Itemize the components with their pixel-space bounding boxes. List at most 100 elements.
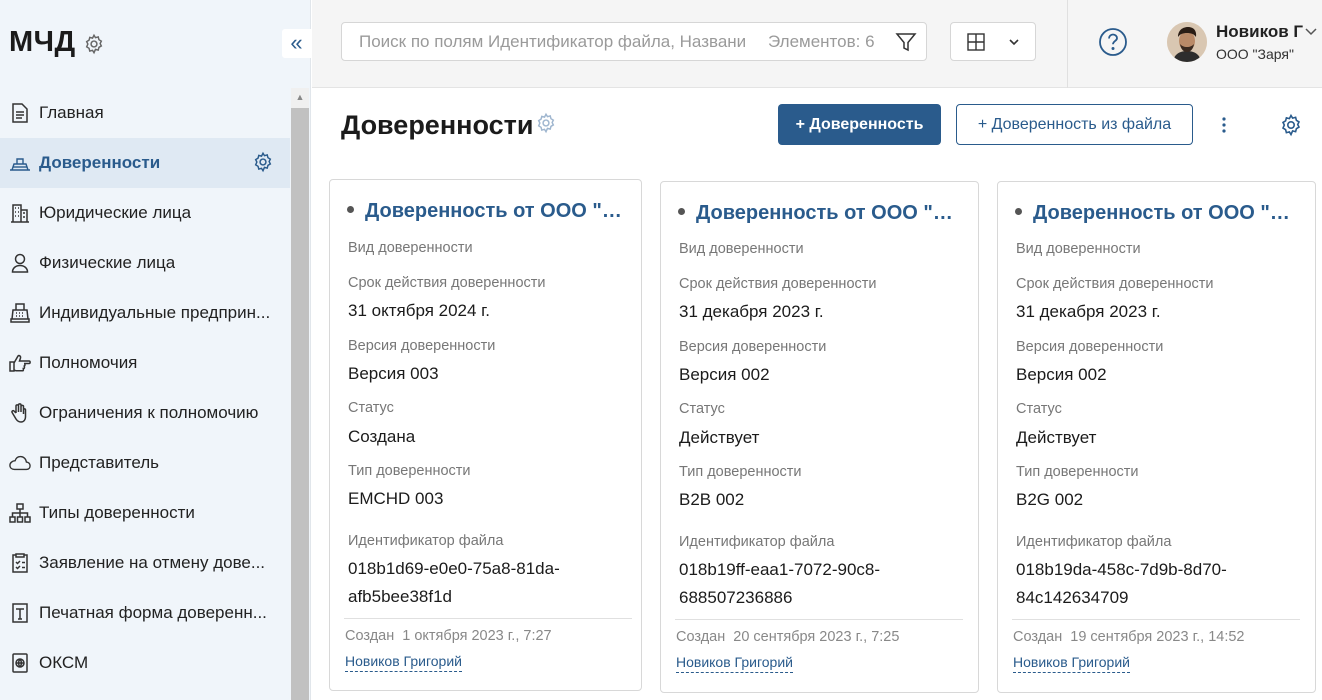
- kind-label: Вид доверенности: [348, 240, 473, 256]
- poa-card[interactable]: Доверенность от ООО "Заря" Вид доверенно…: [660, 181, 979, 693]
- avatar[interactable]: [1167, 22, 1207, 62]
- divider: [1067, 0, 1068, 88]
- card-title[interactable]: Доверенность от ООО "Заря": [696, 202, 963, 224]
- author-link[interactable]: Новиков Григорий: [345, 653, 462, 672]
- sidebar-item-oksm[interactable]: ОКСМ: [0, 638, 290, 688]
- sidebar-item-entrepreneurs[interactable]: Индивидуальные предприн...: [0, 288, 290, 338]
- sidebar-item-poa[interactable]: Доверенности: [0, 138, 290, 188]
- add-poa-button[interactable]: + Доверенность: [778, 104, 941, 145]
- sidebar-item-restrictions[interactable]: Ограничения к полномочию: [0, 388, 290, 438]
- created-date: 20 сентября 2023 г., 7:25: [733, 629, 900, 645]
- version-label: Версия доверенности: [348, 338, 496, 354]
- sidebar-item-label: Физические лица: [39, 253, 176, 272]
- sidebar-item-powers[interactable]: Полномочия: [0, 338, 290, 388]
- gear-icon[interactable]: [252, 151, 274, 173]
- created-info: Создан 20 сентября 2023 г., 7:25: [676, 629, 899, 645]
- validity-label: Срок действия доверенности: [1016, 276, 1214, 292]
- type-label: Тип доверенности: [1016, 464, 1139, 480]
- created-label: Создан: [1013, 629, 1063, 645]
- card-title[interactable]: Доверенность от ООО "Заря": [1033, 202, 1300, 224]
- user-name[interactable]: Новиков Г: [1216, 22, 1303, 42]
- gear-icon[interactable]: [83, 33, 105, 55]
- created-label: Создан: [676, 629, 726, 645]
- status-label: Статус: [679, 401, 725, 417]
- version-value: Версия 002: [679, 365, 770, 384]
- sidebar-item-home[interactable]: Главная: [0, 88, 290, 138]
- sidebar-item-individuals[interactable]: Физические лица: [0, 238, 290, 288]
- page-title: Доверенности: [341, 110, 534, 140]
- cloud-icon: [9, 452, 31, 474]
- more-options-icon[interactable]: [1214, 113, 1234, 137]
- status-label: Статус: [1016, 401, 1062, 417]
- validity-value: 31 октября 2024 г.: [348, 301, 491, 320]
- created-date: 19 сентября 2023 г., 14:52: [1070, 629, 1245, 645]
- gear-icon[interactable]: [1279, 113, 1303, 137]
- poa-card[interactable]: Доверенность от ООО "Заря" Вид доверенно…: [997, 181, 1316, 693]
- created-date: 1 октября 2023 г., 7:27: [402, 628, 552, 644]
- sidebar-item-legal-entities[interactable]: Юридические лица: [0, 188, 290, 238]
- card-title-link[interactable]: Доверенность от ООО "Заря": [347, 200, 632, 223]
- sidebar-item-poa-types[interactable]: Типы доверенности: [0, 488, 290, 538]
- sidebar-item-print-form[interactable]: Печатная форма доверенн...: [0, 588, 290, 638]
- globe-icon: [9, 652, 31, 674]
- file-id-label: Идентификатор файла: [1016, 534, 1172, 550]
- topbar: Элементов: 6 Новиков Г ООО "Заря": [312, 0, 1322, 88]
- sidebar-item-label: Ограничения к полномочию: [39, 403, 259, 422]
- sidebar-item-label: Печатная форма доверенн...: [39, 603, 267, 622]
- validity-label: Срок действия доверенности: [348, 275, 546, 291]
- scroll-up-arrow-icon[interactable]: ▲: [291, 92, 309, 106]
- gear-icon[interactable]: [535, 112, 557, 134]
- bullet-icon: [347, 206, 354, 214]
- search-box: Элементов: 6: [341, 22, 927, 61]
- scroll-thumb[interactable]: [291, 108, 309, 700]
- app-title: МЧД: [9, 26, 76, 58]
- status-label: Статус: [348, 400, 394, 416]
- card-title-link[interactable]: Доверенность от ООО "Заря": [678, 202, 963, 225]
- collapse-sidebar-button[interactable]: «: [282, 29, 311, 58]
- hand-stop-icon: [9, 402, 31, 424]
- created-info: Создан 19 сентября 2023 г., 14:52: [1013, 629, 1244, 645]
- search-input[interactable]: [357, 31, 747, 53]
- bullet-icon: [1015, 208, 1022, 216]
- sidebar-item-revocation[interactable]: Заявление на отмену дове...: [0, 538, 290, 588]
- type-value: EMCHD 003: [348, 489, 444, 508]
- file-id-value-line2: 84c142634709: [1016, 588, 1129, 607]
- card-title[interactable]: Доверенность от ООО "Заря": [365, 200, 632, 222]
- help-icon[interactable]: [1098, 27, 1128, 57]
- document-icon: [9, 102, 31, 124]
- file-id-label: Идентификатор файла: [679, 534, 835, 550]
- file-id-value-line1: 018b19ff-eaa1-7072-90c8-: [679, 560, 881, 579]
- add-poa-from-file-button[interactable]: + Доверенность из файла: [956, 104, 1193, 145]
- author-link[interactable]: Новиков Григорий: [1013, 654, 1130, 673]
- version-label: Версия доверенности: [1016, 339, 1164, 355]
- file-id-value-line2: 688507236886: [679, 588, 793, 607]
- poa-card[interactable]: Доверенность от ООО "Заря" Вид доверенно…: [329, 179, 642, 691]
- type-label: Тип доверенности: [348, 463, 471, 479]
- kind-label: Вид доверенности: [1016, 241, 1141, 257]
- version-value: Версия 002: [1016, 365, 1107, 384]
- sidebar-item-representative[interactable]: Представитель: [0, 438, 290, 488]
- person-icon: [9, 252, 31, 274]
- created-label: Создан: [345, 628, 395, 644]
- divider: [344, 618, 632, 619]
- divider: [675, 619, 963, 620]
- validity-value: 31 декабря 2023 г.: [1016, 302, 1161, 321]
- author-link[interactable]: Новиков Григорий: [676, 654, 793, 673]
- file-id-value-line1: 018b19da-458c-7d9b-8d70-: [1016, 560, 1227, 579]
- items-count: Элементов: 6: [768, 32, 875, 51]
- card-title-link[interactable]: Доверенность от ООО "Заря": [1015, 202, 1300, 225]
- view-mode-select[interactable]: [950, 22, 1036, 61]
- chevron-down-icon[interactable]: [1304, 24, 1318, 38]
- status-value: Создана: [348, 427, 416, 446]
- bullet-icon: [678, 208, 685, 216]
- status-value: Действует: [679, 428, 760, 447]
- sidebar-item-label: Главная: [39, 103, 104, 122]
- file-id-value-line1: 018b1d69-e0e0-75a8-81da-: [348, 559, 560, 578]
- clipboard-icon: [9, 552, 31, 574]
- file-id-label: Идентификатор файла: [348, 533, 504, 549]
- building-icon: [9, 202, 31, 224]
- sidebar-scrollbar[interactable]: ▲: [291, 88, 309, 700]
- filter-icon[interactable]: [895, 31, 917, 53]
- hand-point-icon: [9, 352, 31, 374]
- stamp-icon: [9, 152, 31, 174]
